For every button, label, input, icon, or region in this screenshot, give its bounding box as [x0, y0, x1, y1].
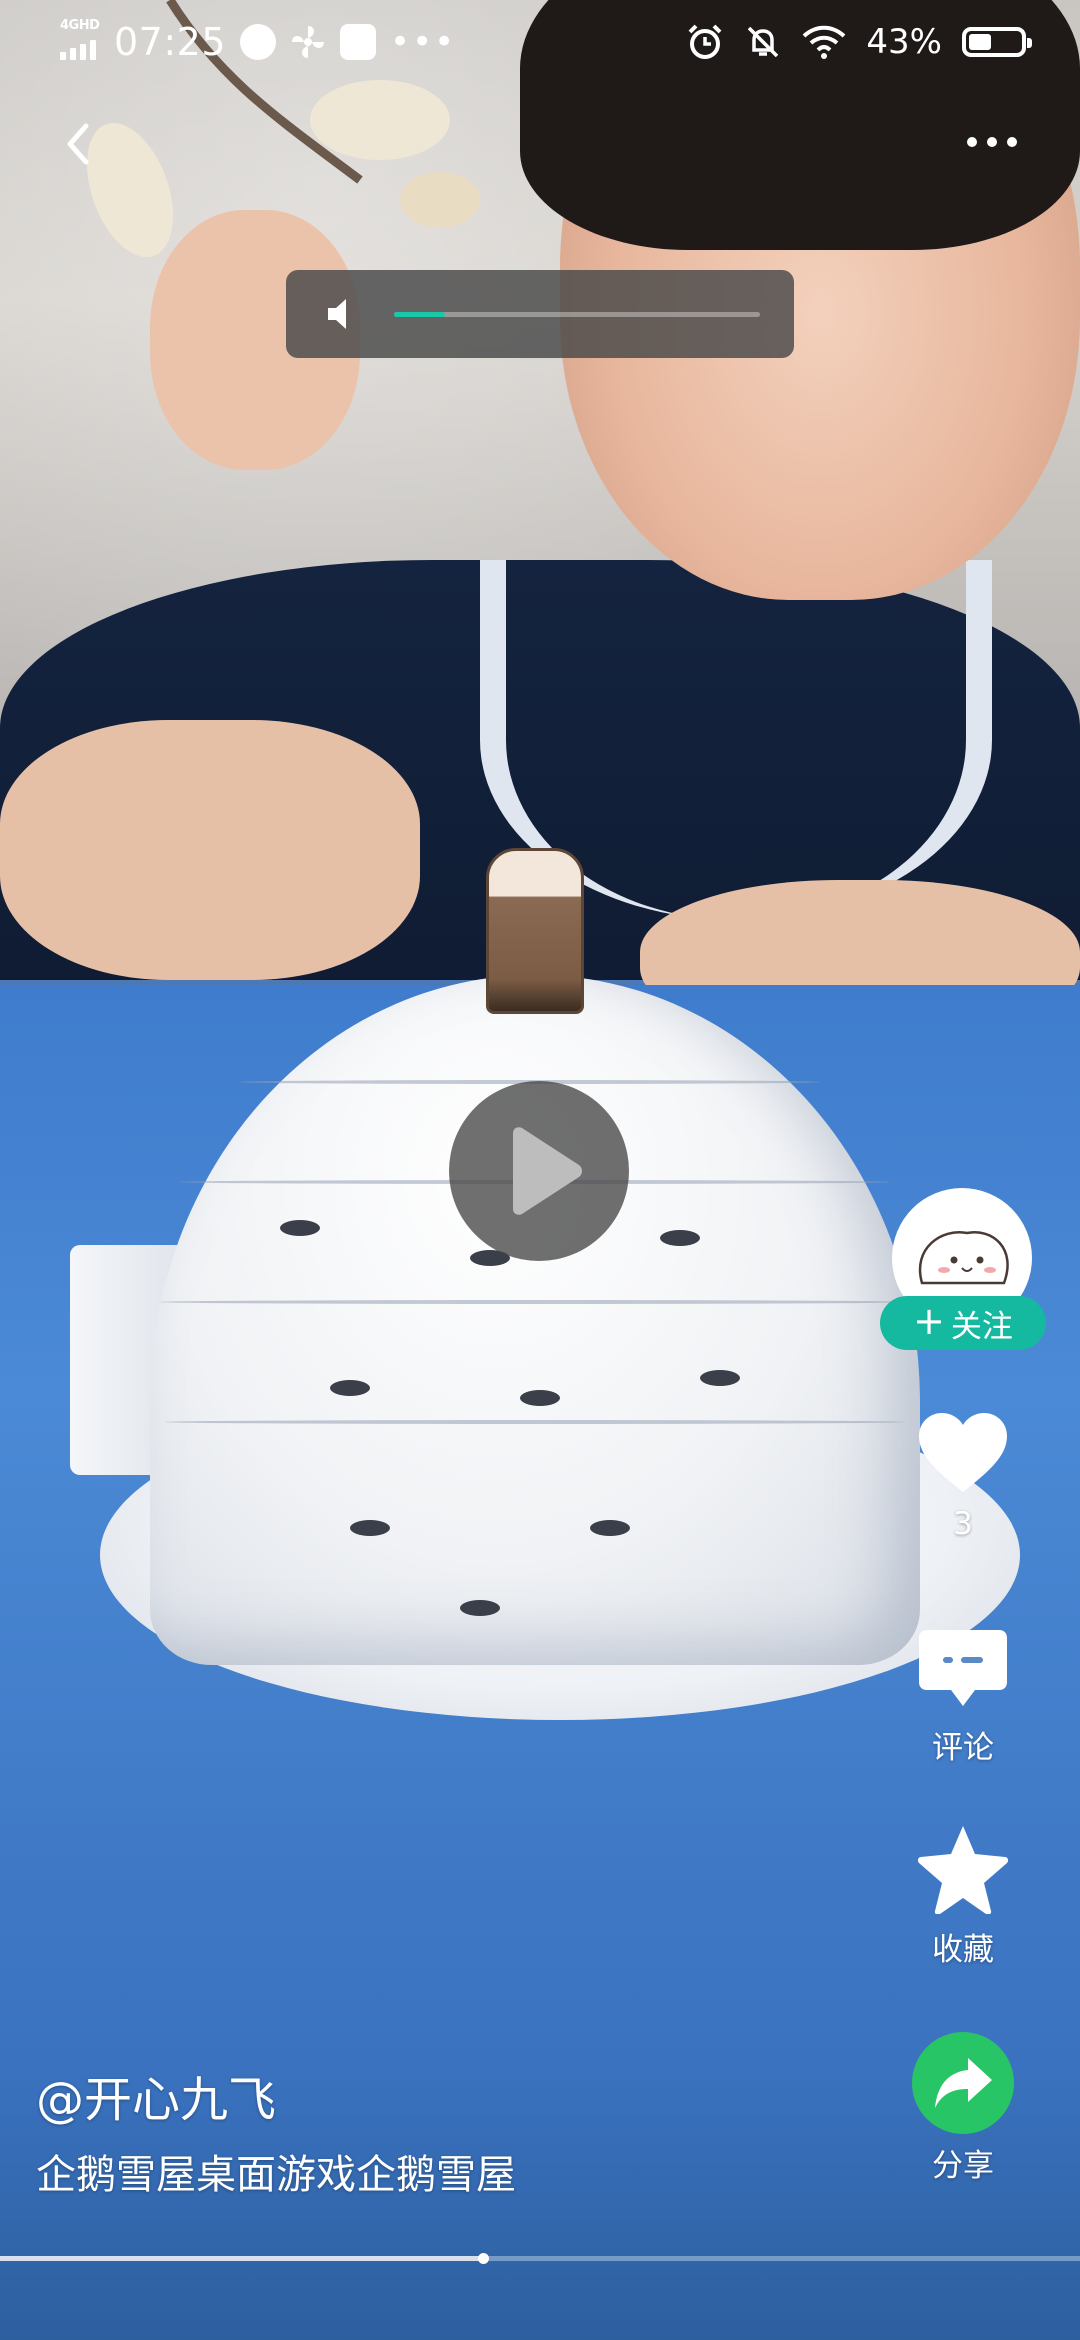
share-label: 分享 — [932, 2148, 994, 2184]
play-icon — [513, 1127, 582, 1215]
igloo-brick-row — [160, 1300, 910, 1304]
igloo-slot — [280, 1220, 320, 1236]
follow-button[interactable]: + 关注 — [880, 1296, 1046, 1350]
playback-progress[interactable] — [0, 2253, 1080, 2264]
message-icon — [340, 24, 377, 60]
back-chevron-icon[interactable] — [56, 112, 104, 176]
igloo-slot — [660, 1230, 700, 1246]
igloo-slot — [350, 1520, 390, 1536]
igloo-slot — [590, 1520, 630, 1536]
video-caption: @开心九飞 企鹅雪屋桌面游戏企鹅雪屋 — [36, 2060, 896, 2200]
status-time: 07:25 — [114, 20, 227, 64]
play-button[interactable] — [449, 1081, 629, 1261]
comment-icon — [919, 1630, 1007, 1706]
share-arrow-icon — [935, 2058, 992, 2108]
comment-label: 评论 — [932, 1730, 994, 1766]
fan-icon — [292, 26, 325, 58]
like-count: 3 — [953, 1506, 973, 1542]
action-rail: + 关注 3 评论 收藏 分享 — [880, 0, 1080, 2340]
volume-level — [394, 312, 446, 317]
network-type: 4GHD — [60, 18, 100, 33]
progress-played — [0, 2256, 483, 2261]
author-name[interactable]: @开心九飞 — [36, 2060, 896, 2130]
volume-track[interactable] — [394, 312, 760, 317]
favorite-button[interactable]: 收藏 — [880, 1822, 1046, 1969]
alarm-icon — [689, 24, 722, 59]
video-title[interactable]: 企鹅雪屋桌面游戏企鹅雪屋 — [36, 2142, 896, 2200]
igloo-slot — [460, 1600, 500, 1616]
favorite-label: 收藏 — [932, 1932, 994, 1968]
kid-arm-left — [0, 720, 420, 980]
eskimo-figure — [486, 848, 584, 1014]
status-left: 4GHD 07:25 ••• — [56, 14, 456, 70]
like-button[interactable]: 3 — [880, 1410, 1046, 1542]
more-dots-icon: ••• — [390, 22, 457, 62]
heart-icon — [919, 1413, 1007, 1492]
volume-indicator — [286, 270, 794, 358]
share-button[interactable]: 分享 — [880, 2032, 1046, 2185]
star-icon — [917, 1826, 1009, 1915]
plus-icon: + — [913, 1299, 945, 1343]
mute-icon — [748, 26, 779, 58]
speed-icon — [240, 24, 277, 60]
igloo-slot — [330, 1380, 370, 1396]
igloo-slot — [700, 1370, 740, 1386]
igloo-slot — [520, 1390, 560, 1406]
speaker-icon — [328, 299, 346, 329]
follow-label: 关注 — [950, 1308, 1013, 1345]
share-circle — [912, 2032, 1014, 2134]
comment-button[interactable]: 评论 — [880, 1626, 1046, 1767]
wifi-icon — [803, 25, 846, 59]
signal-icon: 4GHD — [56, 18, 100, 64]
progress-knob[interactable] — [477, 2253, 489, 2264]
igloo-brick-row — [165, 1420, 905, 1424]
